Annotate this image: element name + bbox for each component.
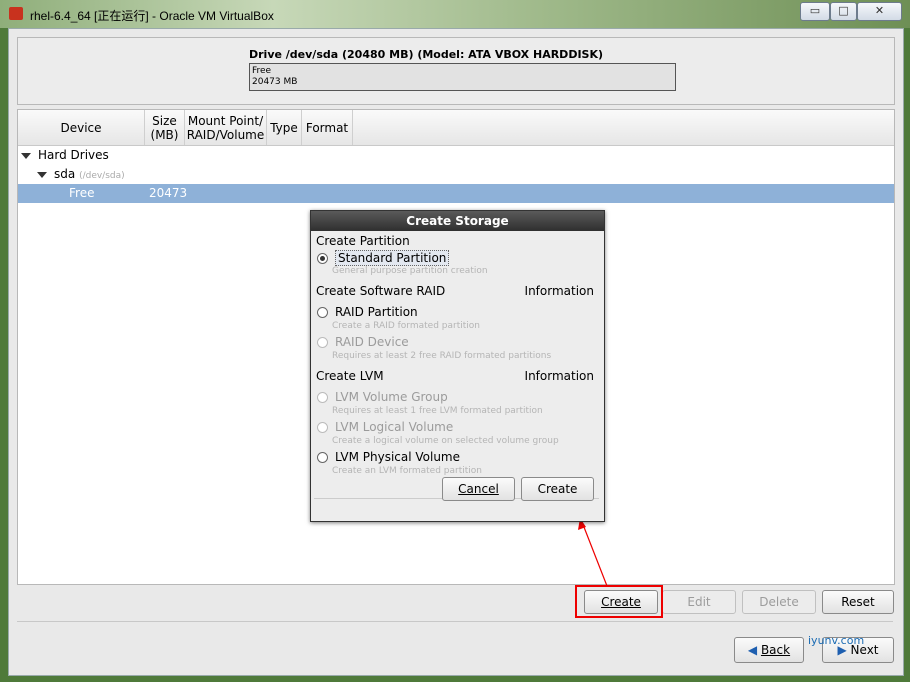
table-row-sda[interactable]: sda (/dev/sda) xyxy=(18,165,894,184)
create-partition-header: Create Partition xyxy=(316,234,410,248)
table-row-hard-drives[interactable]: Hard Drives xyxy=(18,146,894,165)
virtualbox-icon xyxy=(9,7,23,20)
maximize-button[interactable]: □ xyxy=(830,2,857,21)
device-name: Hard Drives xyxy=(38,148,109,162)
radio-icon[interactable] xyxy=(317,391,328,403)
divider xyxy=(17,621,893,622)
lvm-logical-volume-label: LVM Logical Volume xyxy=(335,420,454,434)
minimize-icon: ▭ xyxy=(809,4,821,17)
device-name: sda xyxy=(54,167,76,181)
column-device[interactable]: Device xyxy=(18,110,145,145)
dialog-create-label: Create xyxy=(537,482,578,496)
radio-icon[interactable] xyxy=(317,421,328,433)
drive-title: Drive /dev/sda (20480 MB) (Model: ATA VB… xyxy=(249,48,604,61)
close-icon: ✕ xyxy=(874,4,885,17)
expand-arrow-icon[interactable] xyxy=(21,152,31,159)
watermark-logo: iyunv.com xyxy=(808,634,865,647)
lvm-physical-volume-label: LVM Physical Volume xyxy=(335,450,461,464)
dialog-create-button[interactable]: Create xyxy=(521,477,594,501)
raid-device-desc: Requires at least 2 free RAID formated p… xyxy=(332,351,552,361)
drive-usage-bar: Free 20473 MB xyxy=(249,63,676,91)
back-label: Back xyxy=(760,643,791,657)
device-name: Free xyxy=(69,186,95,200)
delete-button[interactable]: Delete xyxy=(742,590,816,614)
column-mount-point[interactable]: Mount Point/ RAID/Volume xyxy=(185,110,267,145)
radio-icon[interactable] xyxy=(317,336,328,348)
raid-device-label: RAID Device xyxy=(335,335,409,349)
lvm-volume-group-label: LVM Volume Group xyxy=(335,390,448,404)
highlight-box xyxy=(575,585,663,618)
back-button[interactable]: ◀ Back xyxy=(734,637,804,663)
close-button[interactable]: ✕ xyxy=(857,2,902,21)
standard-partition-option[interactable]: Standard Partition xyxy=(317,250,450,266)
device-size: 20473 xyxy=(149,186,188,200)
window-title: rhel-6.4_64 [正在运行] - Oracle VM VirtualBo… xyxy=(30,9,274,23)
raid-partition-label: RAID Partition xyxy=(335,305,418,319)
back-arrow-icon: ◀ xyxy=(747,643,758,657)
raid-partition-option[interactable]: RAID Partition xyxy=(317,305,418,319)
drive-overview: Drive /dev/sda (20480 MB) (Model: ATA VB… xyxy=(17,37,895,105)
delete-label: Delete xyxy=(759,595,799,609)
reset-button[interactable]: Reset xyxy=(822,590,894,614)
expand-arrow-icon[interactable] xyxy=(37,171,47,178)
lvm-physical-volume-desc: Create an LVM formated partition xyxy=(332,466,482,476)
minimize-button[interactable]: ▭ xyxy=(800,2,830,21)
raid-information-link[interactable]: Information xyxy=(525,284,594,298)
create-lvm-header: Create LVM xyxy=(316,369,384,383)
reset-label: Reset xyxy=(841,595,875,609)
lvm-physical-volume-option[interactable]: LVM Physical Volume xyxy=(317,450,460,464)
device-path: (/dev/sda) xyxy=(79,171,125,181)
lvm-volume-group-option[interactable]: LVM Volume Group xyxy=(317,390,448,404)
radio-icon[interactable] xyxy=(317,306,328,318)
column-format[interactable]: Format xyxy=(302,110,353,145)
standard-partition-desc: General purpose partition creation xyxy=(332,266,488,276)
raid-device-option[interactable]: RAID Device xyxy=(317,335,409,349)
table-header: Device Size (MB) Mount Point/ RAID/Volum… xyxy=(18,110,894,146)
raid-partition-desc: Create a RAID formated partition xyxy=(332,321,480,331)
maximize-icon: □ xyxy=(838,4,849,17)
column-size[interactable]: Size (MB) xyxy=(145,110,185,145)
column-type[interactable]: Type xyxy=(267,110,302,145)
lvm-information-link[interactable]: Information xyxy=(525,369,594,383)
dialog-title: Create Storage xyxy=(311,211,604,231)
radio-selected-icon[interactable] xyxy=(317,252,328,264)
lvm-logical-volume-option[interactable]: LVM Logical Volume xyxy=(317,420,453,434)
create-raid-header: Create Software RAID xyxy=(316,284,446,298)
window-titlebar: rhel-6.4_64 [正在运行] - Oracle VM VirtualBo… xyxy=(0,0,910,28)
lvm-volume-group-desc: Requires at least 1 free LVM formated pa… xyxy=(332,406,543,416)
create-storage-dialog: Create Storage Create Partition Standard… xyxy=(310,210,605,522)
lvm-logical-volume-desc: Create a logical volume on selected volu… xyxy=(332,436,559,446)
edit-label: Edit xyxy=(687,595,711,609)
drive-bar-label: Free xyxy=(252,66,272,76)
cancel-label: Cancel xyxy=(458,482,499,496)
drive-bar-size: 20473 MB xyxy=(252,77,298,87)
radio-icon[interactable] xyxy=(317,451,328,463)
edit-button[interactable]: Edit xyxy=(662,590,736,614)
table-row-free[interactable]: Free 20473 xyxy=(18,184,894,203)
dialog-cancel-button[interactable]: Cancel xyxy=(442,477,515,501)
standard-partition-label: Standard Partition xyxy=(335,250,450,266)
